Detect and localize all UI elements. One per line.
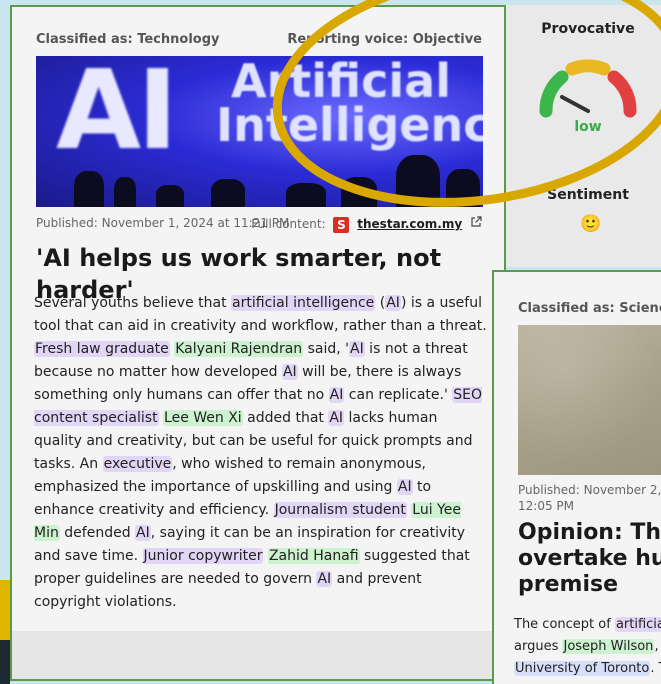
metrics-panel: Provocative low Sentiment 🙂 (506, 5, 661, 267)
article-meta-row: Classified as: Technology Reporting voic… (36, 32, 482, 52)
entity-highlight[interactable]: AI (328, 387, 345, 403)
external-link-icon[interactable] (470, 216, 482, 231)
sentiment-title: Sentiment (547, 187, 629, 203)
full-content-label: Full content: (251, 217, 326, 231)
second-published-date: Published: November 2, 20 12:05 PM (518, 483, 661, 513)
card-footer (12, 631, 504, 679)
entity-highlight[interactable]: Zahid Hanafi (267, 548, 360, 564)
provocative-gauge-icon (539, 59, 637, 118)
second-entity-text: The concept of (514, 617, 615, 632)
entity-highlight[interactable]: AI (135, 525, 151, 541)
second-body-line: The concept of artificia (514, 614, 661, 636)
second-entity-highlight[interactable]: University of Toronto (514, 661, 651, 676)
provocative-level: low (574, 119, 602, 135)
second-entity-text: . T (650, 661, 661, 676)
entity-highlight[interactable]: AI (316, 571, 333, 587)
entity-highlight[interactable]: AI (328, 410, 345, 426)
article-card-main[interactable]: Classified as: Technology Reporting voic… (10, 5, 506, 681)
entity-text: ( (375, 295, 386, 311)
second-body-line: a narrow and outdated (514, 680, 661, 684)
second-body-line: University of Toronto. T (514, 658, 661, 680)
second-entity-text: , a (654, 639, 661, 654)
provocative-title: Provocative (541, 21, 635, 37)
entity-text: defended (59, 525, 136, 541)
second-entity-highlight[interactable]: artificia (614, 617, 661, 632)
published-row: Published: November 1, 2024 at 11:21 PM … (36, 216, 482, 236)
entity-text: Several youths believe that (34, 295, 232, 311)
article-body: Several youths believe that artificial i… (34, 292, 489, 614)
entity-text: added that (242, 410, 329, 426)
source-logo-icon: S (333, 216, 350, 233)
category-label: Classified as: Technology (36, 32, 220, 47)
entity-text: said, ' (303, 341, 350, 357)
reporting-voice-label: Reporting voice: Objective (287, 32, 482, 47)
hero-text-big: AI (56, 56, 178, 174)
sentiment-smile-icon: 🙂 (580, 214, 602, 234)
second-body-line: argues Joseph Wilson, a (514, 636, 661, 658)
second-article-body: The concept of artificia argues Joseph Wi… (514, 614, 661, 684)
entity-highlight[interactable]: Journalism student (273, 502, 407, 518)
entity-highlight[interactable]: AI (281, 364, 298, 380)
article-card-second[interactable]: Classified as: Science Published: Novemb… (492, 270, 661, 684)
second-entity-highlight[interactable]: Joseph Wilson (562, 639, 655, 654)
entity-highlight[interactable]: executive (102, 456, 173, 472)
second-article-headline[interactable]: Opinion: The overtake hum premise (518, 520, 661, 598)
second-hero-image[interactable] (518, 325, 661, 475)
entity-highlight[interactable]: artificial intelligence (231, 295, 376, 311)
entity-highlight[interactable]: AI (349, 341, 365, 357)
entity-highlight[interactable]: Fresh law graduate (34, 341, 170, 357)
entity-highlight[interactable]: Lee Wen Xi (163, 410, 243, 426)
edge-decoration-dark (0, 640, 10, 684)
entity-highlight[interactable]: Junior copywriter (142, 548, 264, 564)
source-link[interactable]: thestar.com.my (357, 217, 462, 231)
hero-text-line2: Intelligence (216, 98, 483, 152)
entity-highlight[interactable]: AI (396, 479, 413, 495)
second-entity-text: argues (514, 639, 563, 654)
entity-highlight[interactable]: AI (385, 295, 401, 311)
second-category-label: Classified as: Science (518, 301, 661, 316)
hero-image[interactable]: AI Artificial Intelligence (36, 56, 483, 207)
entity-highlight[interactable]: Kalyani Rajendran (174, 341, 304, 357)
full-content: Full content: S thestar.com.my (251, 216, 482, 233)
entity-text: can replicate.' (344, 387, 453, 403)
